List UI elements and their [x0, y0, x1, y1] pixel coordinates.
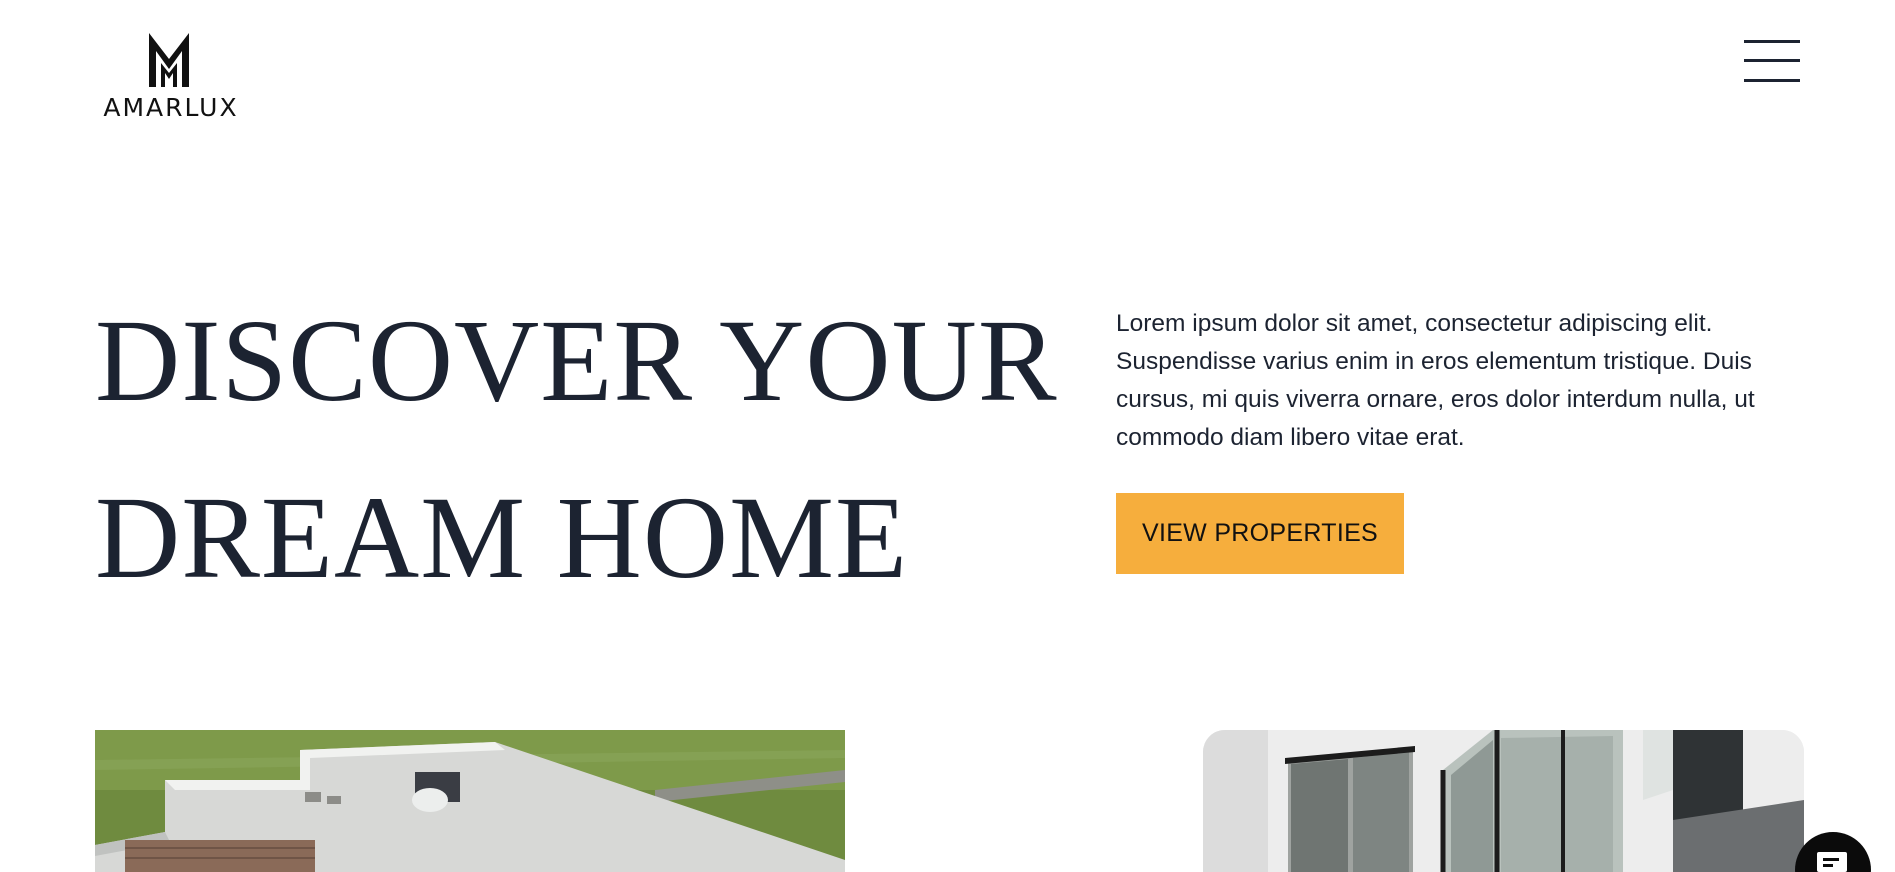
logo-mark-icon	[149, 33, 189, 87]
glass-facade-illustration	[1203, 730, 1804, 872]
hero-title: DISCOVER YOUR DREAM HOME	[95, 272, 1095, 626]
hero-title-line-1: DISCOVER YOUR	[95, 295, 1058, 426]
menu-bar-middle	[1744, 59, 1800, 62]
chat-bubble-icon	[1817, 852, 1847, 872]
hero-description: Lorem ipsum dolor sit amet, consectetur …	[1116, 310, 1755, 451]
menu-bar-top	[1744, 40, 1800, 43]
view-properties-button[interactable]: VIEW PROPERTIES	[1116, 493, 1404, 574]
hamburger-menu-icon[interactable]	[1742, 38, 1802, 86]
aerial-house-rooftop-illustration	[95, 730, 845, 872]
aerial-house-rooftop-image	[95, 730, 845, 872]
logo-text: AMARLUX	[103, 93, 239, 122]
modern-house-glass-facade-image	[1203, 730, 1804, 872]
chat-button[interactable]	[1795, 832, 1871, 872]
menu-bar-bottom	[1744, 79, 1800, 82]
hero-title-line-2: DREAM HOME	[95, 472, 909, 603]
logo[interactable]: AMARLUX	[95, 29, 247, 121]
